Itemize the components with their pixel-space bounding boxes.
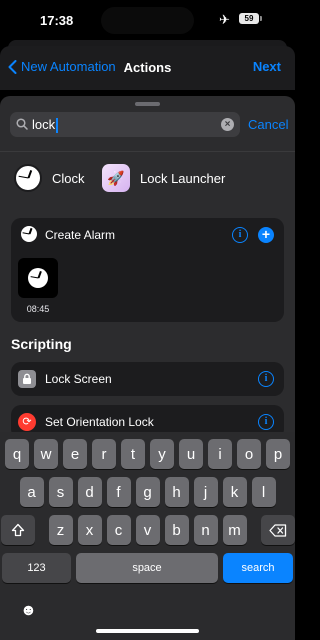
clock-icon [21,226,37,242]
key-w[interactable]: w [34,439,58,469]
cancel-button[interactable]: Cancel [248,117,288,132]
key-y[interactable]: y [150,439,174,469]
key-v[interactable]: v [135,515,160,545]
key-u[interactable]: u [179,439,203,469]
status-bar: 17:38 ✈ 59 [0,0,295,40]
status-time: 17:38 [40,13,74,28]
numbers-key[interactable]: 123 [2,553,71,583]
battery-icon: 59 [239,13,259,24]
battery-tip [260,16,262,21]
alarm-time-label: 08:45 [26,304,50,314]
info-icon[interactable]: i [258,414,274,430]
app-clock[interactable]: Clock [14,164,85,192]
app-lock-launcher-label: Lock Launcher [140,170,226,186]
key-o[interactable]: o [237,439,261,469]
nav-bar: New Automation Actions Next [0,46,295,90]
clock-icon [14,164,42,192]
search-input-value: lock [32,117,56,132]
text-cursor [56,118,59,134]
key-z[interactable]: z [48,515,73,545]
airplane-icon: ✈ [219,12,230,27]
dynamic-island [101,7,194,34]
search-input[interactable]: lock [32,117,59,134]
section-title-scripting: Scripting [11,336,72,352]
space-key[interactable]: space [76,553,218,583]
key-s[interactable]: s [48,477,73,507]
key-b[interactable]: b [164,515,189,545]
key-g[interactable]: g [135,477,160,507]
key-e[interactable]: e [63,439,87,469]
create-alarm-card[interactable]: Create Alarm i + 08:45 [11,218,284,322]
key-h[interactable]: h [164,477,189,507]
key-l[interactable]: l [251,477,276,507]
key-c[interactable]: c [106,515,131,545]
key-m[interactable]: m [222,515,247,545]
key-d[interactable]: d [77,477,102,507]
keyboard-row-4: 123 space search [0,553,295,583]
key-x[interactable]: x [77,515,102,545]
shift-icon[interactable] [0,515,35,545]
key-f[interactable]: f [106,477,131,507]
key-p[interactable]: p [266,439,290,469]
clock-icon [28,268,48,288]
search-icon [16,118,28,130]
key-a[interactable]: a [19,477,44,507]
key-q[interactable]: q [5,439,29,469]
app-lock-launcher[interactable]: 🚀 Lock Launcher [102,164,225,192]
info-icon[interactable]: i [258,371,274,387]
action-set-orientation-lock-label: Set Orientation Lock [45,415,154,429]
rocket-icon: 🚀 [102,164,130,192]
sheet-grabber[interactable] [135,102,160,106]
emoji-icon[interactable]: ☻ [20,602,37,620]
orientation-lock-icon: ⟳ [18,413,36,431]
keyboard-row-1: q w e r t y u i o p [0,439,295,469]
create-alarm-title: Create Alarm [45,228,116,242]
search-key[interactable]: search [223,553,293,583]
search-field[interactable]: lock × [10,112,240,137]
alarm-thumbnail[interactable] [18,258,58,298]
add-icon[interactable]: + [258,227,274,243]
keyboard: q w e r t y u i o p a s d f g h j k l z … [0,432,295,640]
home-indicator[interactable] [96,629,199,633]
next-button[interactable]: Next [253,59,281,74]
key-t[interactable]: t [121,439,145,469]
keyboard-row-3: z x c v b n m [0,515,295,545]
action-lock-screen-label: Lock Screen [45,372,112,386]
info-icon[interactable]: i [232,227,248,243]
key-k[interactable]: k [222,477,247,507]
action-lock-screen[interactable]: Lock Screen i [11,362,284,396]
clear-icon[interactable]: × [221,118,234,131]
keyboard-row-2: a s d f g h j k l [0,477,295,507]
lock-icon [18,370,36,388]
key-i[interactable]: i [208,439,232,469]
page-title: Actions [123,60,172,75]
divider [0,151,295,152]
app-clock-label: Clock [52,170,85,186]
key-n[interactable]: n [193,515,218,545]
key-r[interactable]: r [92,439,116,469]
key-j[interactable]: j [193,477,218,507]
backspace-icon[interactable] [260,515,295,545]
